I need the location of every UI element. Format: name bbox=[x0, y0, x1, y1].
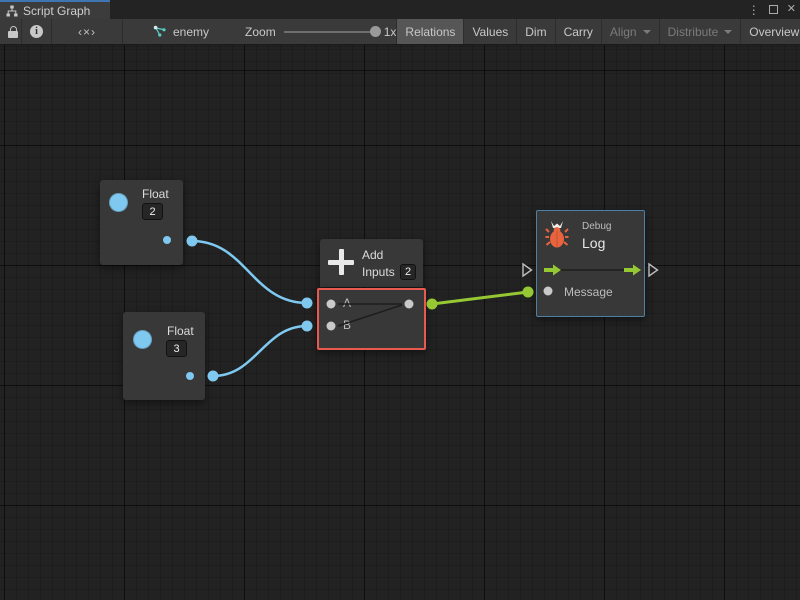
relations-toggle[interactable]: Relations bbox=[396, 19, 463, 44]
node-title: Float bbox=[167, 324, 194, 338]
chevron-down-icon bbox=[724, 30, 732, 34]
wire-endpoint[interactable] bbox=[523, 287, 534, 298]
add-node-body-selected[interactable]: A B bbox=[317, 288, 426, 350]
overview-label: Overview bbox=[749, 25, 799, 39]
align-dropdown[interactable]: Align bbox=[601, 19, 659, 44]
inputs-count-field[interactable]: 2 bbox=[400, 264, 416, 280]
bug-icon bbox=[545, 221, 569, 249]
graph-asset-icon bbox=[153, 25, 167, 38]
float-node-1[interactable]: Float 2 bbox=[100, 180, 183, 265]
relations-label: Relations bbox=[405, 25, 455, 39]
node-title: Log bbox=[582, 235, 605, 251]
wire-endpoint[interactable] bbox=[187, 236, 198, 247]
graph-canvas[interactable]: Float 2 Float 3 Add Inputs 2 A B bbox=[0, 45, 800, 600]
lock-icon bbox=[8, 26, 13, 38]
flow-entry-triangle[interactable] bbox=[523, 264, 532, 276]
lock-button[interactable] bbox=[0, 19, 22, 44]
flow-exit-triangle[interactable] bbox=[649, 264, 658, 276]
wire-endpoint[interactable] bbox=[208, 371, 219, 382]
maximize-icon[interactable] bbox=[769, 5, 778, 14]
wire-endpoint[interactable] bbox=[427, 299, 438, 310]
node-title: Float bbox=[142, 187, 169, 201]
debug-log-node[interactable]: Debug Log Message bbox=[536, 210, 645, 317]
inputs-label: Inputs bbox=[362, 265, 395, 279]
float-type-icon bbox=[109, 193, 128, 212]
zoom-control: Zoom 1x bbox=[245, 19, 396, 44]
tab-script-graph[interactable]: Script Graph bbox=[0, 0, 110, 19]
script-graph-window: Script Graph ⋮ ✕ i ‹×› enemy Z bbox=[0, 0, 800, 600]
wire-endpoint[interactable] bbox=[302, 298, 313, 309]
window-controls: ⋮ ✕ bbox=[748, 0, 796, 19]
tab-bar: Script Graph ⋮ ✕ bbox=[0, 0, 800, 19]
float-value-field[interactable]: 2 bbox=[142, 203, 163, 220]
menu-icon[interactable]: ⋮ bbox=[748, 4, 760, 16]
zoom-slider-handle[interactable] bbox=[370, 26, 381, 37]
graph-toolbar: i ‹×› enemy Zoom 1x Relations Values Dim… bbox=[0, 19, 800, 45]
input-b-label: B bbox=[343, 318, 351, 332]
add-plus-icon bbox=[328, 249, 354, 275]
zoom-value: 1x bbox=[384, 25, 397, 39]
code-view-button[interactable]: ‹×› bbox=[52, 19, 123, 44]
dim-label: Dim bbox=[525, 25, 546, 39]
tab-title: Script Graph bbox=[23, 4, 90, 18]
graph-tree-icon bbox=[6, 5, 18, 17]
zoom-label: Zoom bbox=[245, 25, 276, 39]
node-title: Add bbox=[362, 248, 383, 262]
wire-float2-to-b[interactable] bbox=[213, 326, 307, 376]
float-value-field[interactable]: 3 bbox=[166, 340, 187, 357]
add-node-header[interactable]: Add Inputs 2 bbox=[320, 239, 423, 287]
carry-toggle[interactable]: Carry bbox=[555, 19, 601, 44]
distribute-dropdown[interactable]: Distribute bbox=[659, 19, 741, 44]
values-toggle[interactable]: Values bbox=[463, 19, 516, 44]
zoom-slider[interactable] bbox=[284, 31, 376, 33]
wire-float1-to-a[interactable] bbox=[192, 241, 307, 303]
graph-name: enemy bbox=[173, 25, 209, 39]
wire-endpoint[interactable] bbox=[302, 321, 313, 332]
distribute-label: Distribute bbox=[668, 25, 719, 39]
wire-sum-to-message[interactable] bbox=[432, 292, 528, 304]
float-node-2[interactable]: Float 3 bbox=[123, 312, 205, 400]
align-label: Align bbox=[610, 25, 637, 39]
close-icon[interactable]: ✕ bbox=[787, 4, 796, 15]
input-a-label: A bbox=[343, 296, 351, 310]
values-label: Values bbox=[472, 25, 508, 39]
chevron-down-icon bbox=[643, 30, 651, 34]
node-category: Debug bbox=[582, 221, 611, 232]
graph-breadcrumb[interactable]: enemy bbox=[145, 19, 217, 44]
message-port-label: Message bbox=[564, 285, 613, 299]
info-button[interactable]: i bbox=[22, 19, 52, 44]
float-type-icon bbox=[133, 330, 152, 349]
info-icon: i bbox=[30, 25, 43, 38]
dim-toggle[interactable]: Dim bbox=[516, 19, 554, 44]
code-icon: ‹×› bbox=[60, 25, 114, 39]
overview-button[interactable]: Overview bbox=[740, 19, 800, 44]
carry-label: Carry bbox=[564, 25, 593, 39]
